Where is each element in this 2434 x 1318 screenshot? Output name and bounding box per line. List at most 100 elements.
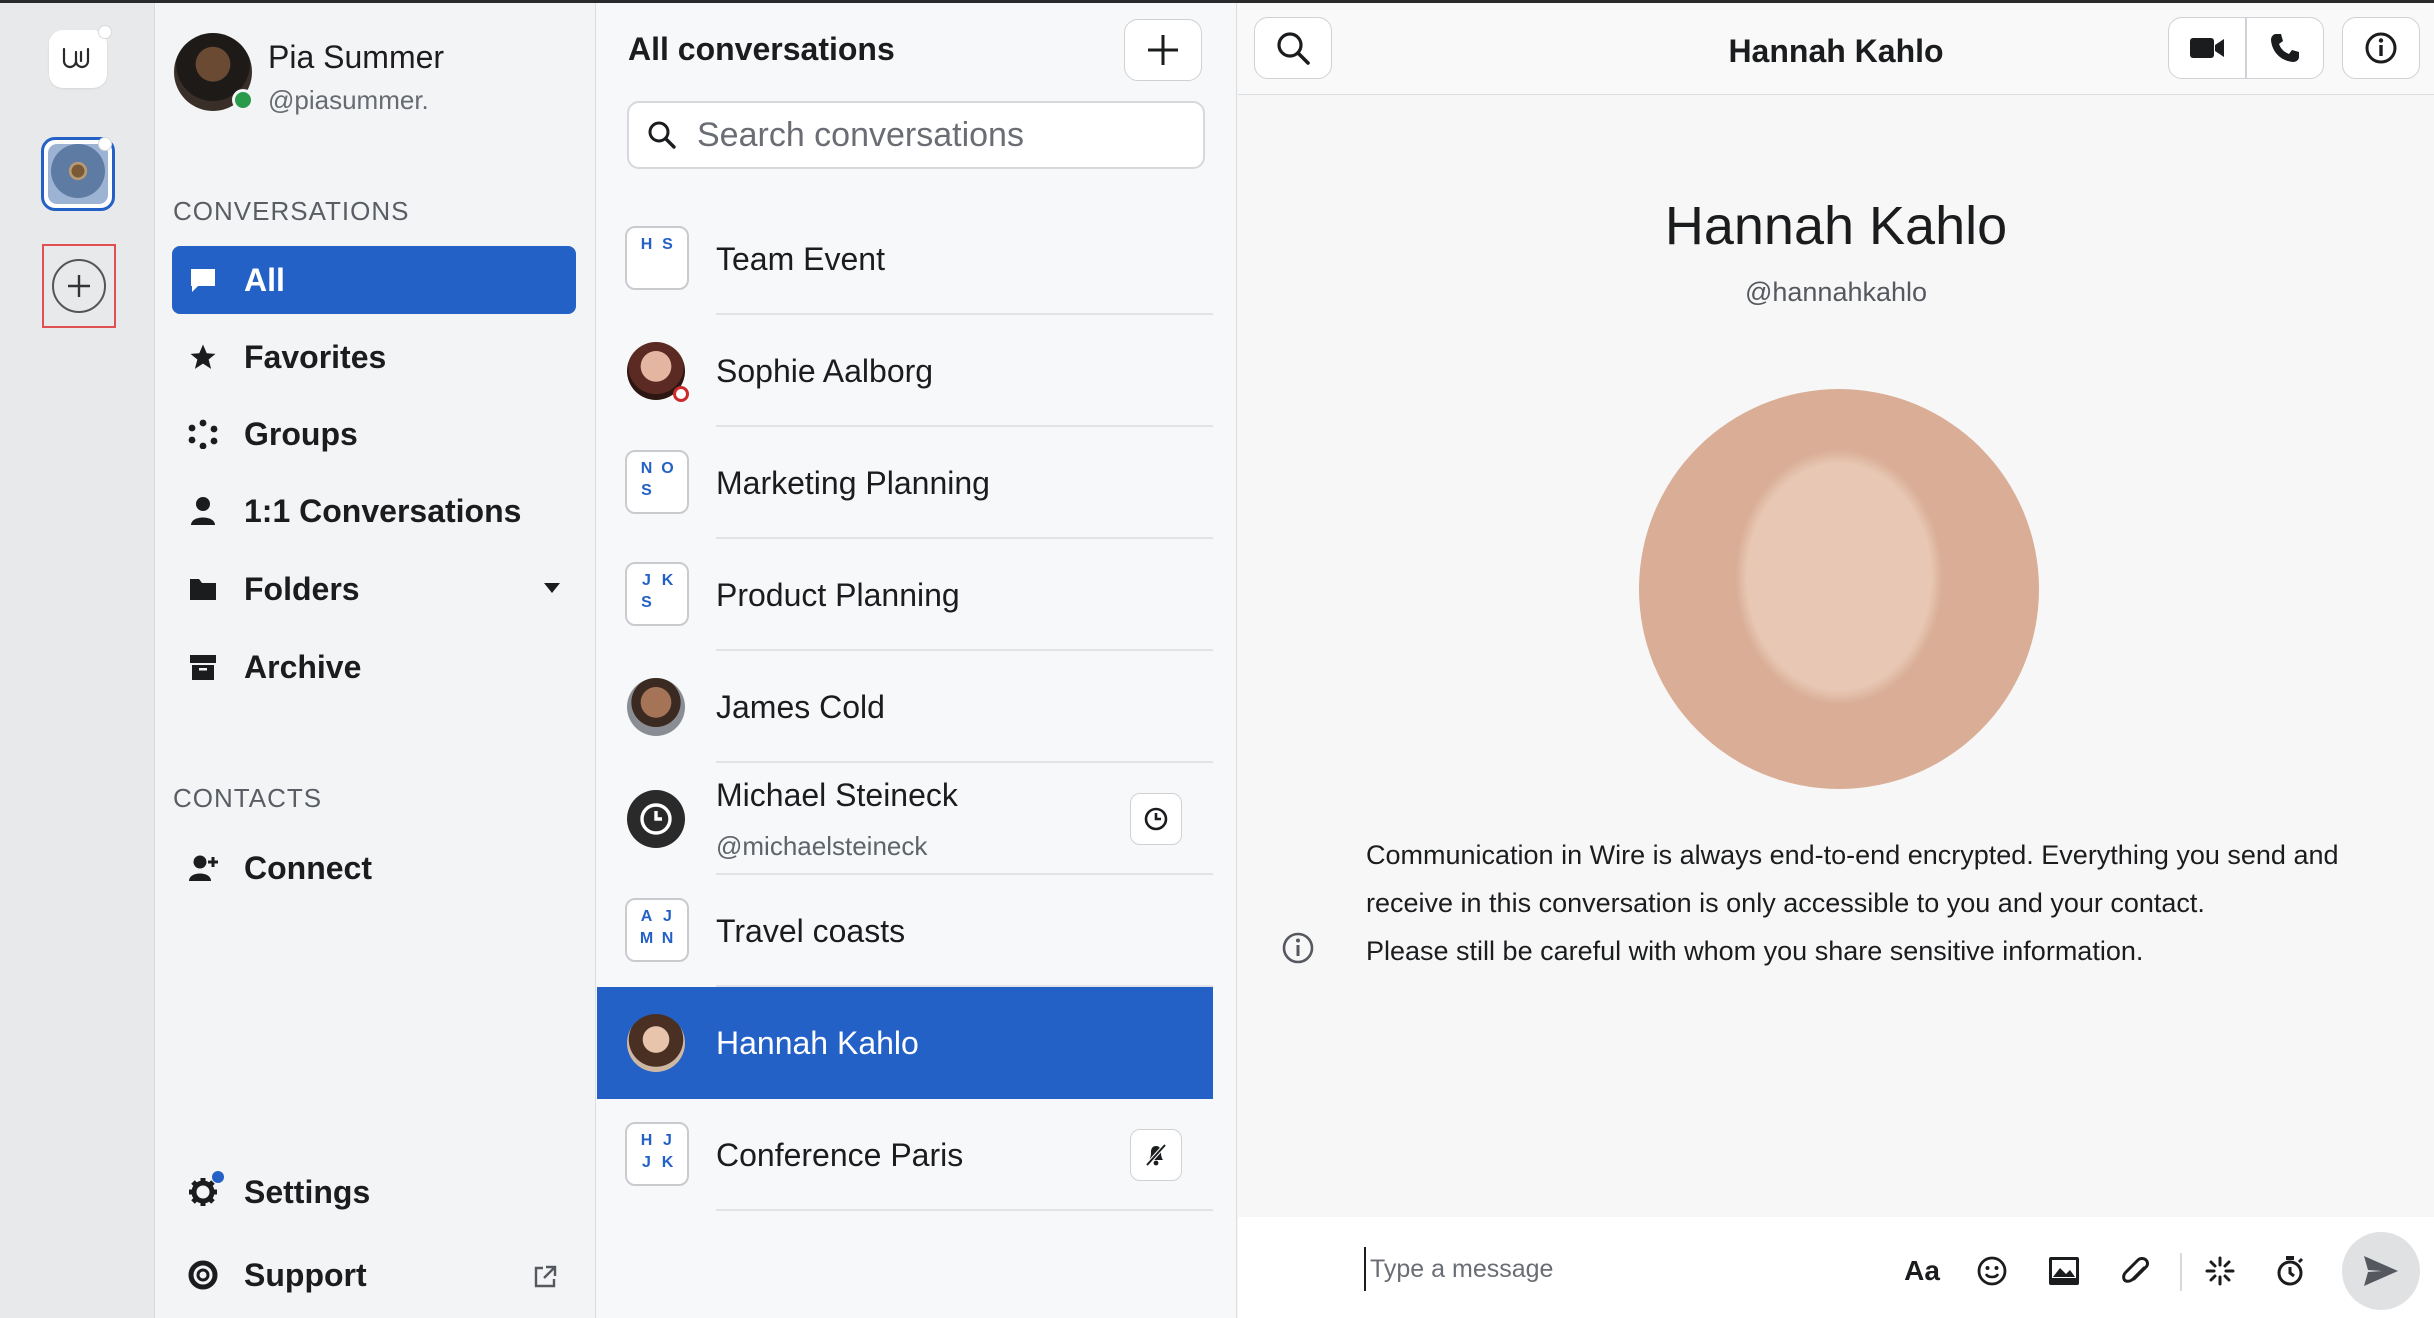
conversation-name: Product Planning xyxy=(716,577,960,613)
conversation-info-button[interactable] xyxy=(2342,17,2420,79)
group-avatar: H J J K xyxy=(625,1122,689,1186)
groups-icon xyxy=(188,419,218,449)
support-button[interactable]: Support xyxy=(172,1241,576,1309)
encryption-notice: Communication in Wire is always end-to-e… xyxy=(1366,831,2416,975)
sidebar-item-groups[interactable]: Groups xyxy=(172,400,576,468)
muted-notifications-button[interactable] xyxy=(1130,1129,1182,1181)
conversation-row-travel-coasts[interactable]: A J M N Travel coasts xyxy=(597,875,1213,987)
connect-button[interactable]: Connect xyxy=(172,834,576,902)
conversations-section-label: CONVERSATIONS xyxy=(173,196,410,226)
account-rail xyxy=(0,3,155,1318)
group-initial: K xyxy=(661,1154,674,1171)
group-initial: S xyxy=(641,482,652,499)
audio-call-button[interactable] xyxy=(2246,17,2324,79)
send-button[interactable] xyxy=(2342,1232,2420,1310)
sidebar-item-archive[interactable]: Archive xyxy=(172,633,576,701)
search-box[interactable] xyxy=(627,101,1205,169)
sidebar-item-one-to-one[interactable]: 1:1 Conversations xyxy=(172,477,576,545)
group-initial: J xyxy=(663,1132,672,1149)
emoji-button[interactable] xyxy=(1972,1251,2012,1291)
image-upload-button[interactable] xyxy=(2044,1251,2084,1291)
sidebar-item-label: 1:1 Conversations xyxy=(244,492,522,529)
lifebuoy-icon xyxy=(188,1260,218,1290)
sidebar: Pia Summer @piasummer. CONVERSATIONS All… xyxy=(156,3,596,1318)
external-link-icon xyxy=(532,1261,558,1298)
video-call-button[interactable] xyxy=(2168,17,2246,79)
ping-icon xyxy=(2205,1256,2235,1286)
sidebar-item-folders[interactable]: Folders xyxy=(172,555,576,623)
conversation-name: James Cold xyxy=(716,689,885,725)
paperclip-icon xyxy=(2122,1257,2149,1283)
clock-icon xyxy=(1144,807,1168,831)
sidebar-item-label: Folders xyxy=(244,570,360,607)
settings-button[interactable]: Settings xyxy=(172,1158,576,1226)
profile-photo xyxy=(1639,389,2039,789)
conversation-handle: @michaelsteineck xyxy=(716,831,928,861)
avatar xyxy=(627,678,685,736)
attach-file-button[interactable] xyxy=(2116,1251,2156,1291)
bell-muted-icon xyxy=(1145,1143,1167,1167)
sidebar-item-label: Favorites xyxy=(244,338,387,375)
sidebar-item-favorites[interactable]: Favorites xyxy=(172,323,576,391)
wire-logo-button[interactable] xyxy=(49,30,107,88)
group-initial: N xyxy=(640,460,653,477)
chat-bubble-icon xyxy=(188,265,218,295)
sidebar-item-all[interactable]: All xyxy=(172,246,576,314)
search-input[interactable] xyxy=(697,115,1177,155)
group-initial: J xyxy=(642,572,651,589)
format-text-button[interactable]: Aa xyxy=(1902,1251,1942,1291)
group-avatar: A J M N xyxy=(625,898,689,962)
team-avatar xyxy=(48,144,108,204)
group-initial: S xyxy=(641,594,652,611)
gear-icon xyxy=(188,1171,224,1207)
conversation-row-team-event[interactable]: H S Team Event xyxy=(597,203,1213,315)
conversation-row-marketing-planning[interactable]: N O S Marketing Planning xyxy=(597,427,1213,539)
smiley-icon xyxy=(1977,1256,2007,1286)
conversation-header: Hannah Kahlo xyxy=(1238,3,2434,95)
encryption-notice-line: Please still be careful with whom you sh… xyxy=(1366,936,2144,966)
conversation-list-title: All conversations xyxy=(628,31,895,67)
profile-name: Hannah Kahlo xyxy=(1664,196,2008,256)
profile-handle: @hannahkahlo xyxy=(1744,277,1928,307)
group-initial: N xyxy=(661,930,674,947)
ping-button[interactable] xyxy=(2200,1251,2240,1291)
wire-logo-icon xyxy=(62,47,90,69)
conversation-list-panel: All conversations H S Team Event Sophie … xyxy=(597,3,1237,1318)
conversation-row-conference-paris[interactable]: H J J K Conference Paris xyxy=(597,1099,1213,1211)
team-notification-dot xyxy=(98,137,112,151)
message-composer: Aa xyxy=(1238,1217,2434,1318)
conversation-row-michael-steineck[interactable]: Michael Steineck @michaelsteineck xyxy=(597,763,1213,875)
group-initial: K xyxy=(661,572,674,589)
encryption-notice-line: Communication in Wire is always end-to-e… xyxy=(1366,840,2339,870)
self-deleting-timer-button[interactable] xyxy=(1130,793,1182,845)
settings-notification-dot xyxy=(212,1171,224,1183)
conversation-row-sophie-aalborg[interactable]: Sophie Aalborg xyxy=(597,315,1213,427)
conversation-name: Michael Steineck xyxy=(716,777,958,813)
group-initial: J xyxy=(642,1154,651,1171)
message-input[interactable] xyxy=(1364,1247,1864,1291)
timer-avatar-icon xyxy=(627,790,685,848)
new-conversation-button[interactable] xyxy=(1124,19,1202,81)
conversation-row-product-planning[interactable]: J K S Product Planning xyxy=(597,539,1213,651)
conversation-main-pane: Hannah Kahlo Hannah Kahlo @hannahkahlo C… xyxy=(1238,3,2434,1318)
support-label: Support xyxy=(244,1256,367,1293)
conversation-name: Sophie Aalborg xyxy=(716,353,934,389)
add-account-button[interactable] xyxy=(42,244,116,328)
sidebar-item-label: Groups xyxy=(244,415,358,452)
sidebar-item-label: All xyxy=(244,261,285,298)
user-name: Pia Summer xyxy=(268,39,445,75)
sidebar-item-label: Archive xyxy=(244,648,362,685)
star-icon xyxy=(188,342,218,372)
stopwatch-icon xyxy=(2277,1256,2304,1286)
self-deleting-message-button[interactable] xyxy=(2270,1251,2310,1291)
info-icon xyxy=(1281,931,1315,970)
contacts-section-label: CONTACTS xyxy=(173,783,323,813)
conversation-name: Hannah Kahlo xyxy=(716,1025,919,1061)
row-divider xyxy=(716,1209,1213,1211)
conversation-row-james-cold[interactable]: James Cold xyxy=(597,651,1213,763)
chevron-down-icon[interactable] xyxy=(544,583,560,593)
conversation-name: Travel coasts xyxy=(716,913,906,949)
busy-status-icon xyxy=(673,386,689,402)
conversation-row-hannah-kahlo[interactable]: Hannah Kahlo xyxy=(597,987,1213,1099)
group-avatar: J K S xyxy=(625,562,689,626)
